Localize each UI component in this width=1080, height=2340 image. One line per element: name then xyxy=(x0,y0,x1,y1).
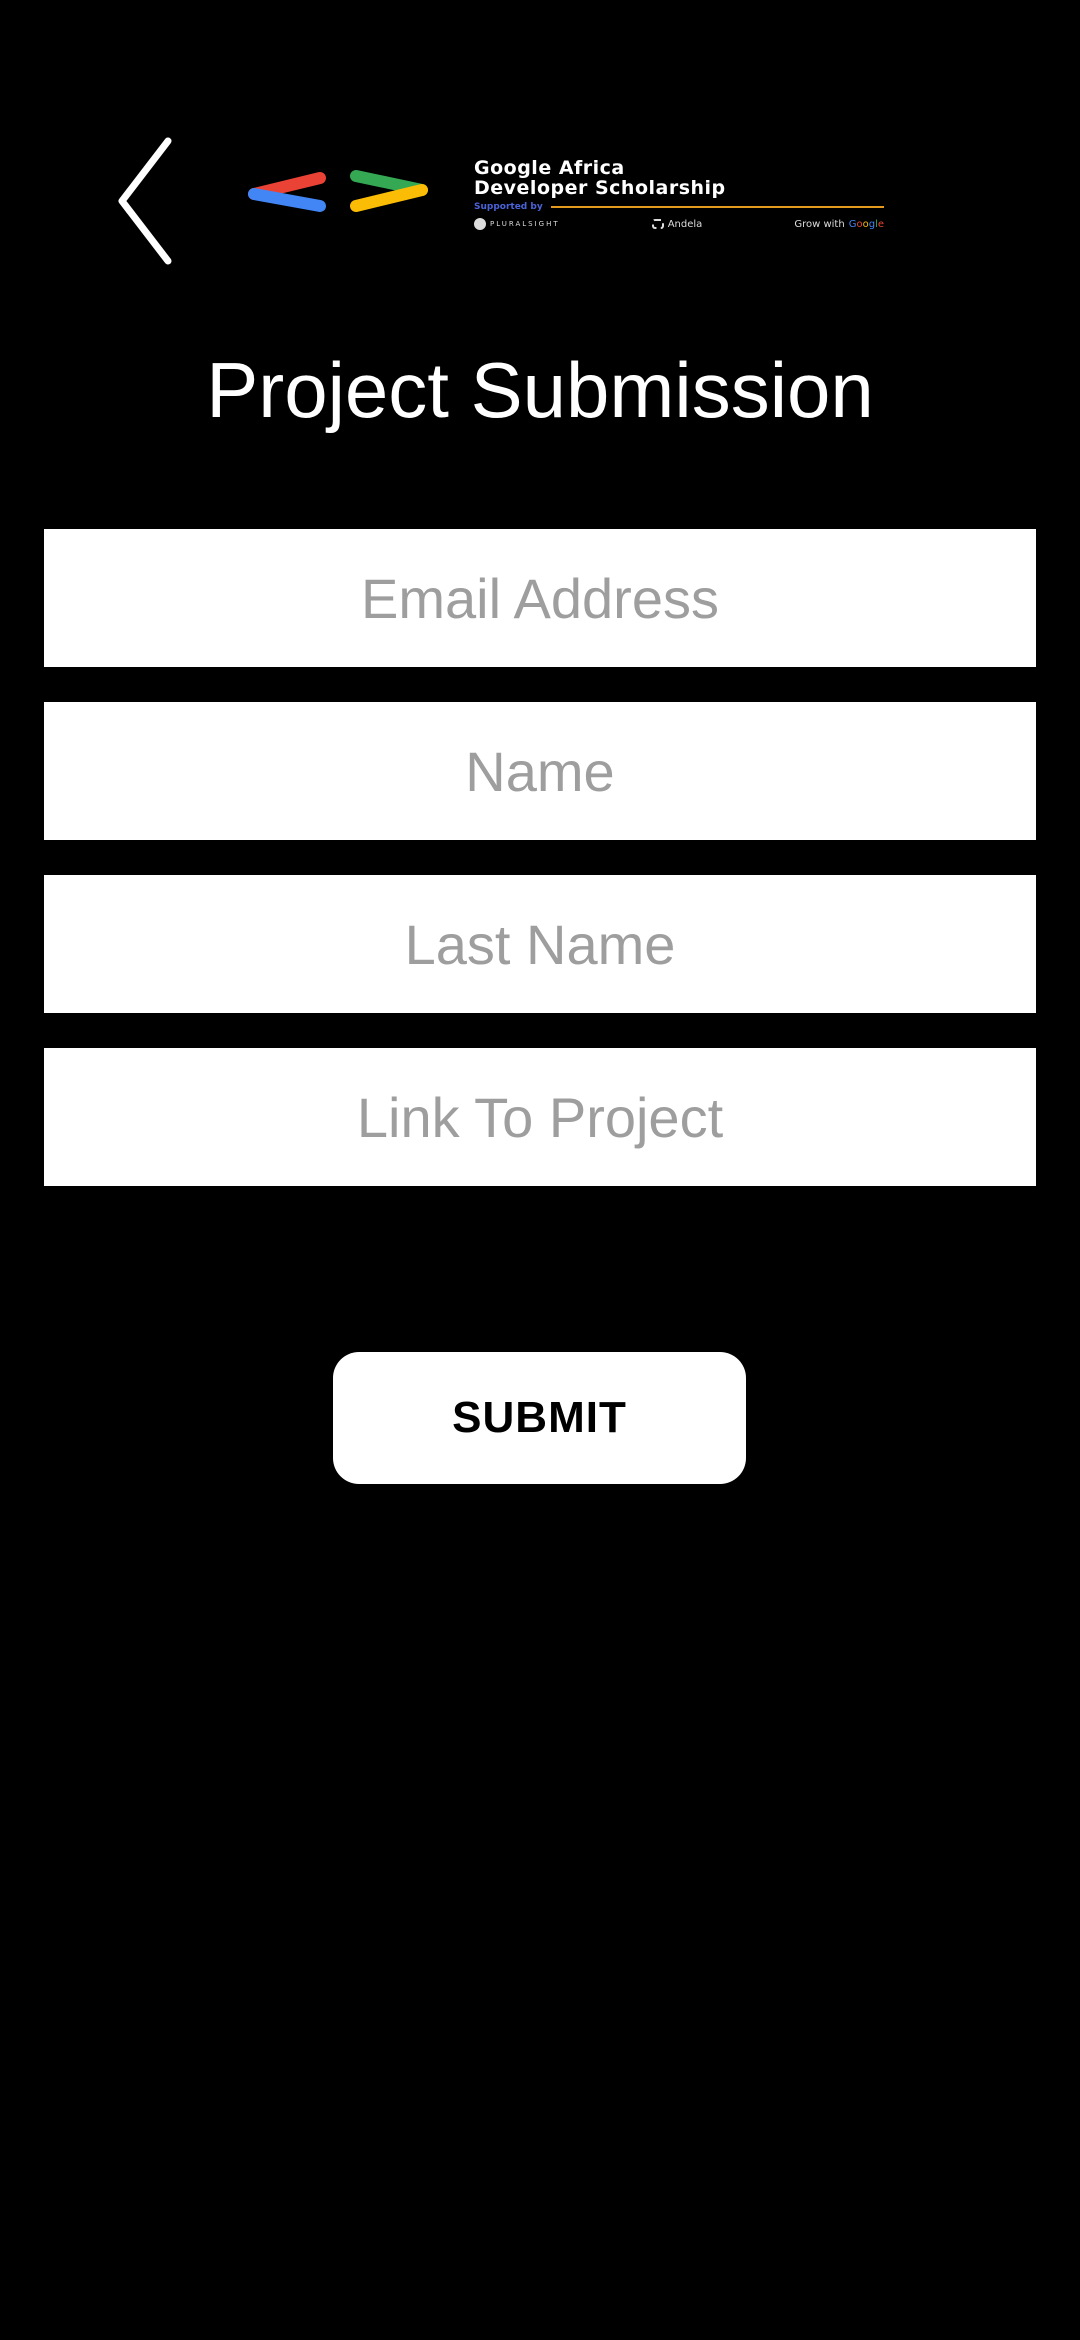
submit-button[interactable]: SUBMIT xyxy=(333,1352,746,1484)
page-title: Project Submission xyxy=(206,346,874,434)
partner-pluralsight-label: PLURALSIGHT xyxy=(490,220,560,228)
name-input[interactable] xyxy=(44,702,1036,840)
project-link-field[interactable] xyxy=(44,1048,1036,1186)
partners-row: PLURALSIGHT Andela Grow with Google xyxy=(474,218,884,230)
project-submission-screen: Google Africa Developer Scholarship Supp… xyxy=(0,0,1080,2340)
back-button[interactable] xyxy=(100,125,190,275)
partner-andela-label: Andela xyxy=(667,218,703,230)
header: Google Africa Developer Scholarship Supp… xyxy=(0,0,1080,300)
andela-icon xyxy=(651,219,664,229)
supported-by-label: Supported by xyxy=(474,202,543,212)
gads-logo: Google Africa Developer Scholarship Supp… xyxy=(238,158,884,242)
partner-andela: Andela xyxy=(651,218,703,230)
gads-brackets-icon xyxy=(238,166,438,216)
name-field[interactable] xyxy=(44,702,1036,840)
logo-title: Google Africa Developer Scholarship xyxy=(474,158,884,198)
email-field[interactable] xyxy=(44,529,1036,667)
partner-grow-label: Grow with xyxy=(794,218,845,230)
partner-pluralsight: PLURALSIGHT xyxy=(474,218,560,230)
supported-by-row: Supported by xyxy=(474,202,884,212)
last-name-field[interactable] xyxy=(44,875,1036,1013)
logo-title-line1: Google Africa xyxy=(474,157,625,179)
google-wordmark: Google xyxy=(848,218,884,230)
chevron-left-icon xyxy=(118,137,172,265)
last-name-input[interactable] xyxy=(44,875,1036,1013)
logo-text: Google Africa Developer Scholarship Supp… xyxy=(474,158,884,230)
logo-title-line2: Developer Scholarship xyxy=(474,177,726,199)
email-input[interactable] xyxy=(44,529,1036,667)
supported-by-divider xyxy=(550,206,884,208)
pluralsight-icon xyxy=(474,218,486,230)
partner-grow-with-google: Grow with Google xyxy=(794,219,884,230)
project-link-input[interactable] xyxy=(44,1048,1036,1186)
